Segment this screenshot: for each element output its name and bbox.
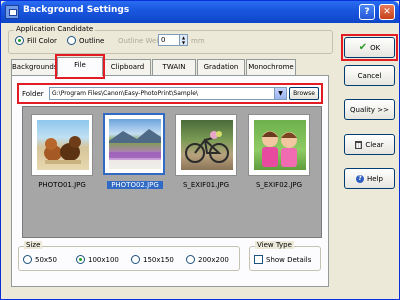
size-radio[interactable] bbox=[186, 255, 195, 264]
outline-label: Outline bbox=[79, 36, 105, 45]
help-icon: ? bbox=[356, 174, 365, 183]
clear-label: Clear bbox=[365, 140, 384, 149]
tab-backgrounds[interactable]: Backgrounds bbox=[11, 59, 57, 75]
outline-weight-unit: mm bbox=[191, 37, 205, 45]
thumbnail-caption: S_EXIF02.JPG bbox=[255, 181, 303, 189]
size-radio[interactable] bbox=[131, 255, 140, 264]
tab-gradation[interactable]: Gradation bbox=[197, 59, 245, 75]
size-option-50[interactable]: 50x50 bbox=[23, 255, 57, 264]
application-candidate-label: Application Candidate bbox=[14, 25, 96, 33]
cancel-label: Cancel bbox=[357, 71, 382, 80]
show-details-checkbox[interactable] bbox=[254, 255, 263, 264]
quality-label: Quality >> bbox=[350, 105, 389, 114]
file-tab-highlight bbox=[55, 54, 105, 79]
tab-twain[interactable]: TWAIN bbox=[152, 59, 196, 75]
clear-button[interactable]: Clear bbox=[344, 134, 395, 155]
thumbnail-caption: S_EXIF01.JPG bbox=[182, 181, 230, 189]
size-option-150[interactable]: 150x150 bbox=[131, 255, 174, 264]
size-option-label: 150x150 bbox=[143, 255, 174, 264]
view-type-label: View Type bbox=[255, 241, 294, 249]
size-option-label: 50x50 bbox=[35, 255, 57, 264]
help-button[interactable]: ? Help bbox=[344, 168, 395, 189]
size-radio[interactable] bbox=[76, 255, 85, 264]
two-girls-image bbox=[254, 120, 306, 170]
size-option-200[interactable]: 200x200 bbox=[186, 255, 229, 264]
background-settings-window: Background Settings ? ✕ Application Cand… bbox=[0, 0, 400, 300]
help-label: Help bbox=[367, 174, 383, 183]
fill-color-radio[interactable] bbox=[15, 36, 24, 45]
close-button[interactable]: ✕ bbox=[379, 4, 395, 20]
thumbnail-photo02[interactable] bbox=[103, 113, 165, 175]
tab-clipboard[interactable]: Clipboard bbox=[104, 59, 151, 75]
tab-monochrome[interactable]: Monochrome bbox=[246, 59, 296, 75]
size-option-label: 200x200 bbox=[198, 255, 229, 264]
show-details-option[interactable]: Show Details bbox=[254, 255, 311, 264]
help-title-button[interactable]: ? bbox=[359, 4, 375, 20]
window-title: Background Settings bbox=[23, 5, 130, 15]
thumbnail-list[interactable]: PHOTO01.JPG PHOTO02.JPG S_EXIF01.JPG S_E… bbox=[22, 106, 322, 238]
outline-weight-value: 0 bbox=[161, 36, 166, 44]
app-icon bbox=[5, 5, 19, 19]
size-option-100[interactable]: 100x100 bbox=[76, 255, 119, 264]
folder-row-highlight bbox=[17, 83, 323, 104]
bicycle-with-flowers-image bbox=[181, 120, 233, 170]
flower-field-landscape-image bbox=[109, 119, 161, 169]
size-radio[interactable] bbox=[23, 255, 32, 264]
trash-icon bbox=[355, 140, 363, 149]
title-bar[interactable]: Background Settings ? ✕ bbox=[1, 1, 399, 23]
show-details-label: Show Details bbox=[266, 255, 312, 264]
thumbnail-caption: PHOTO01.JPG bbox=[38, 181, 86, 189]
fill-color-option[interactable]: Fill Color bbox=[15, 36, 57, 45]
thumbnail-s-exif02[interactable] bbox=[248, 114, 310, 176]
size-label: Size bbox=[24, 241, 43, 249]
quality-button[interactable]: Quality >> bbox=[344, 99, 395, 120]
dogs-on-beach-image bbox=[37, 120, 89, 170]
outline-option[interactable]: Outline bbox=[67, 36, 104, 45]
thumbnail-caption-selected: PHOTO02.JPG bbox=[107, 181, 163, 189]
thumbnail-s-exif01[interactable] bbox=[175, 114, 237, 176]
ok-button-highlight bbox=[341, 34, 398, 61]
outline-radio[interactable] bbox=[67, 36, 76, 45]
size-option-label: 100x100 bbox=[88, 255, 119, 264]
thumbnail-photo01[interactable] bbox=[31, 114, 93, 176]
cancel-button[interactable]: Cancel bbox=[344, 65, 395, 86]
outline-weight-spinner[interactable]: 0 ▲ ▼ bbox=[158, 34, 188, 46]
spinner-arrows-icon[interactable]: ▲ ▼ bbox=[179, 35, 187, 45]
fill-color-label: Fill Color bbox=[27, 36, 57, 45]
